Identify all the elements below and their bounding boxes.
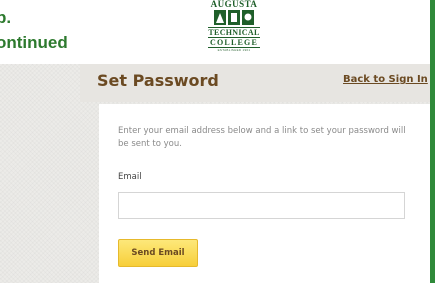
logo-emblem-icon [213,8,255,26]
form-instructions: Enter your email address below and a lin… [118,126,406,149]
slide-heading-line-1: p. [0,8,12,27]
logo-tagline: ESTABLISHED 1961 [217,48,251,52]
slide-heading-line-2: ontinued [0,33,68,52]
logo-word-technical: TECHNICAL [208,27,260,37]
slide-frame-edge [430,0,435,283]
email-field[interactable] [118,192,405,219]
logo-word-college: COLLEGE [208,37,260,48]
logo-word-augusta: AUGUSTA [210,0,258,7]
email-label: Email [118,172,142,182]
set-password-screenshot: Set Password Back to Sign In Enter your … [0,64,430,283]
back-to-sign-in-link[interactable]: Back to Sign In [343,74,428,85]
page-title: Set Password [97,71,219,90]
college-logo: AUGUSTA TECHNICAL COLLEGE ESTABLISHED 19… [204,0,264,62]
set-password-form: Enter your email address below and a lin… [99,104,430,283]
send-email-button[interactable]: Send Email [118,239,198,267]
slide-heading: p. ontinued [0,5,68,55]
